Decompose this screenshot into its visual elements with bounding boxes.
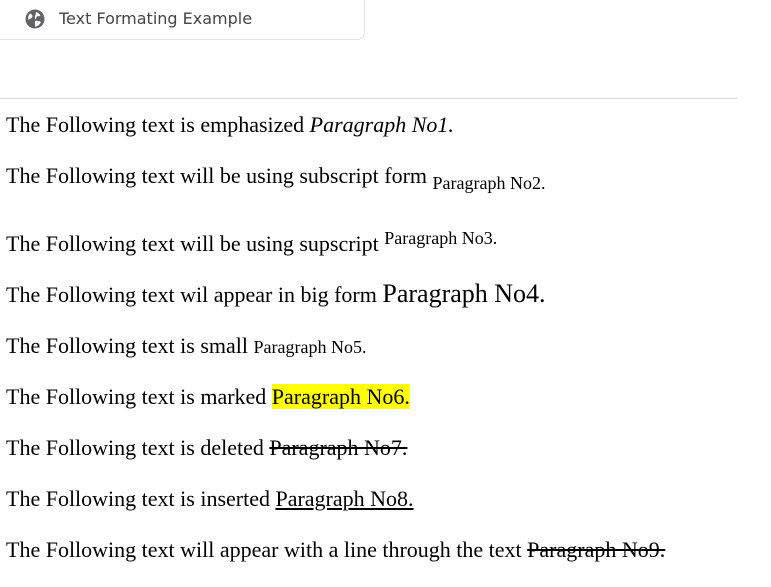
- paragraph-strikethrough: The Following text will appear with a li…: [6, 537, 665, 563]
- paragraph-inserted: The Following text is inserted Paragraph…: [6, 486, 414, 512]
- inserted-text: Paragraph No8.: [275, 486, 414, 511]
- line-prefix: The Following text will be using supscri…: [6, 231, 385, 256]
- paragraph-superscript: The Following text will be using supscri…: [6, 225, 497, 257]
- browser-tab[interactable]: Text Formating Example: [0, 0, 365, 40]
- line-prefix: The Following text is inserted: [6, 486, 276, 511]
- paragraph-emphasized: The Following text is emphasized Paragra…: [6, 112, 454, 138]
- superscript-text: Paragraph No3.: [384, 228, 498, 248]
- paragraph-deleted: The Following text is deleted Paragraph …: [6, 435, 407, 461]
- line-prefix: The Following text will appear with a li…: [6, 537, 528, 562]
- line-prefix: The Following text wil appear in big for…: [6, 282, 383, 307]
- small-text: Paragraph No5.: [253, 337, 367, 357]
- line-prefix: The Following text will be using subscri…: [6, 163, 433, 188]
- paragraph-big: The Following text wil appear in big for…: [6, 281, 546, 308]
- paragraph-marked: The Following text is marked Paragraph N…: [6, 384, 410, 410]
- line-prefix: The Following text is emphasized: [6, 112, 310, 137]
- content-divider: [0, 98, 737, 99]
- marked-text: Paragraph No6.: [271, 384, 410, 409]
- line-prefix: The Following text is deleted: [6, 435, 270, 460]
- tab-title: Text Formating Example: [59, 9, 253, 28]
- big-text: Paragraph No4.: [382, 279, 546, 308]
- tab-strip: Text Formating Example: [0, 0, 771, 44]
- globe-icon: [25, 9, 45, 29]
- paragraph-small: The Following text is small Paragraph No…: [6, 333, 366, 360]
- line-prefix: The Following text is small: [6, 333, 254, 358]
- emphasized-text: Paragraph No1.: [309, 112, 454, 137]
- strikethrough-text: Paragraph No9.: [527, 537, 666, 562]
- paragraph-subscript: The Following text will be using subscri…: [6, 163, 546, 196]
- deleted-text: Paragraph No7.: [269, 435, 408, 460]
- line-prefix: The Following text is marked: [6, 384, 272, 409]
- subscript-text: Paragraph No2.: [432, 173, 546, 193]
